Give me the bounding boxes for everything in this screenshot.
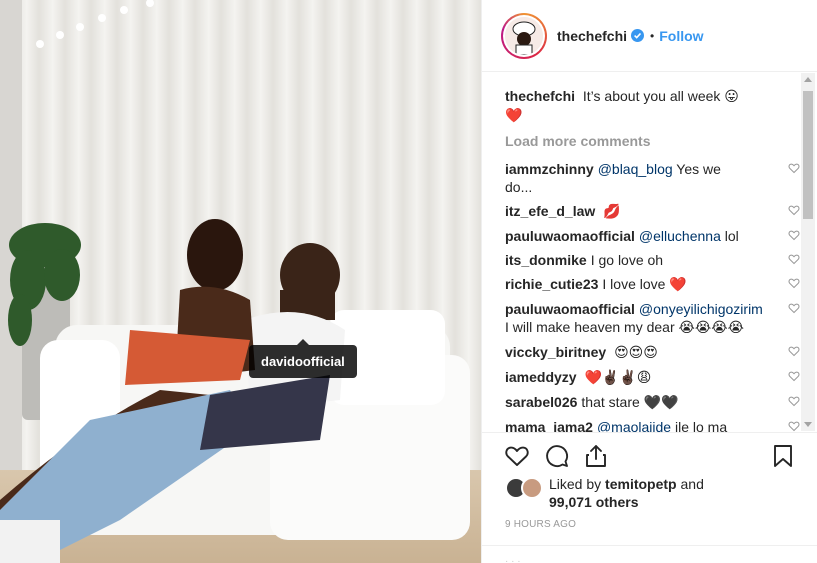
- comment-row: viccky_biritney 😍😍😍: [505, 343, 802, 362]
- header-separator: •: [650, 28, 655, 43]
- comment-username[interactable]: mama_jama2: [505, 419, 593, 433]
- share-icon[interactable]: [583, 443, 609, 469]
- comment-emoji: 😭😭😭😭: [678, 320, 744, 336]
- comment-like-heart-icon[interactable]: [788, 204, 800, 216]
- comment-row: mama_jama2@maolajide ile lo ma gbe 😁: [505, 418, 802, 433]
- comment-row: pauluwaomaofficial @elluchenna lol: [505, 227, 802, 245]
- comment-emoji: 🖤🖤: [643, 395, 679, 411]
- liker-avatar[interactable]: [521, 477, 543, 499]
- comment-row: sarabel026 that stare 🖤🖤: [505, 393, 802, 412]
- heart-icon[interactable]: [504, 443, 530, 469]
- comment-like-heart-icon[interactable]: [788, 229, 800, 241]
- likes-text: Liked by temitopetp and 99,071 others: [549, 475, 704, 511]
- comment-emoji: 😍😍😍: [614, 345, 658, 361]
- chef-avatar-icon: [505, 16, 543, 55]
- bookmark-icon[interactable]: [770, 443, 796, 469]
- load-more-comments-button[interactable]: Load more comments: [505, 133, 802, 149]
- likes-summary: Liked by temitopetp and 99,071 others: [505, 475, 704, 511]
- header-username[interactable]: thechefchi: [557, 28, 627, 44]
- comment-emoji: ❤️✌🏿✌🏿😩: [584, 370, 652, 386]
- comment-row: iameddyzy ❤️✌🏿✌🏿😩: [505, 368, 802, 387]
- comment-username[interactable]: richie_cutie23: [505, 276, 598, 292]
- caption-username[interactable]: thechefchi: [505, 88, 575, 104]
- comment-like-heart-icon[interactable]: [788, 277, 800, 289]
- comment-text: lol: [724, 228, 739, 244]
- post-timestamp[interactable]: 9 HOURS AGO: [505, 519, 576, 530]
- instagram-post: davidoofficial thechefchi • Follow thech…: [0, 0, 817, 563]
- comment-row: iammzchinny @blaq_blog Yes we do...: [505, 160, 802, 196]
- scroll-down-arrow-icon[interactable]: [804, 422, 812, 427]
- comment-mention[interactable]: @maolajide: [597, 419, 671, 433]
- photo-user-tag[interactable]: davidoofficial: [249, 339, 357, 378]
- comment-row: richie_cutie23 I love love ❤️: [505, 275, 802, 294]
- comment-like-heart-icon[interactable]: [788, 395, 800, 407]
- post-caption: thechefchi It’s about you all week 😛❤️: [505, 87, 802, 125]
- scrollbar-thumb[interactable]: [803, 91, 813, 219]
- comments-list: thechefchi It’s about you all week 😛❤️ L…: [482, 73, 802, 433]
- comment-text: I go love oh: [590, 252, 664, 268]
- comment-row: pauluwaomaofficial @onyeyilichigozirim I …: [505, 300, 802, 337]
- comment-username[interactable]: iameddyzy: [505, 369, 577, 385]
- comment-username[interactable]: its_donmike: [505, 252, 587, 268]
- comment-like-heart-icon[interactable]: [788, 302, 800, 314]
- add-comment-area[interactable]: · · ·: [482, 545, 817, 563]
- likes-conjunction: and: [680, 476, 704, 492]
- comment-emoji: ❤️: [669, 277, 687, 293]
- action-bar: [482, 432, 817, 472]
- comment-icon[interactable]: [544, 443, 570, 469]
- comment-username[interactable]: viccky_biritney: [505, 344, 606, 360]
- liker-avatars: [505, 477, 543, 499]
- likes-prefix: Liked by: [549, 476, 602, 492]
- liker-username[interactable]: temitopetp: [605, 476, 677, 492]
- add-comment-placeholder: · · ·: [505, 556, 521, 563]
- comment-row: itz_efe_d_law 💋: [505, 202, 802, 221]
- caption-text: It’s about you all week: [582, 88, 721, 104]
- story-ring[interactable]: [501, 12, 547, 59]
- verified-badge-icon: [631, 29, 645, 42]
- comment-like-heart-icon[interactable]: [788, 162, 800, 174]
- post-header: thechefchi • Follow: [482, 0, 817, 72]
- scroll-up-arrow-icon[interactable]: [804, 77, 812, 82]
- avatar: [505, 16, 543, 55]
- comment-like-heart-icon[interactable]: [788, 253, 800, 265]
- comment-username[interactable]: itz_efe_d_law: [505, 203, 595, 219]
- comment-mention[interactable]: @blaq_blog: [598, 161, 673, 177]
- post-photo[interactable]: davidoofficial: [0, 0, 481, 563]
- likes-count[interactable]: 99,071 others: [549, 494, 639, 510]
- comment-text: I will make heaven my dear: [505, 319, 675, 335]
- comment-text: I love love: [602, 276, 666, 292]
- comment-row: its_donmike I go love oh: [505, 251, 802, 269]
- comment-like-heart-icon[interactable]: [788, 345, 800, 357]
- comment-emoji: 💋: [603, 204, 621, 220]
- comments-scrollbar[interactable]: [801, 73, 815, 431]
- comment-like-heart-icon[interactable]: [788, 420, 800, 432]
- comment-like-heart-icon[interactable]: [788, 370, 800, 382]
- comment-username[interactable]: pauluwaomaofficial: [505, 301, 635, 317]
- comment-username[interactable]: pauluwaomaofficial: [505, 228, 635, 244]
- comment-mention[interactable]: @onyeyilichigozirim: [639, 301, 763, 317]
- comment-username[interactable]: sarabel026: [505, 394, 577, 410]
- comment-mention[interactable]: @elluchenna: [639, 228, 721, 244]
- photo-illustration: [0, 0, 481, 563]
- post-sidebar: thechefchi • Follow thechefchi It’s abou…: [481, 0, 817, 563]
- comment-username[interactable]: iammzchinny: [505, 161, 594, 177]
- comment-text: that stare: [581, 394, 640, 410]
- follow-button[interactable]: Follow: [659, 28, 703, 44]
